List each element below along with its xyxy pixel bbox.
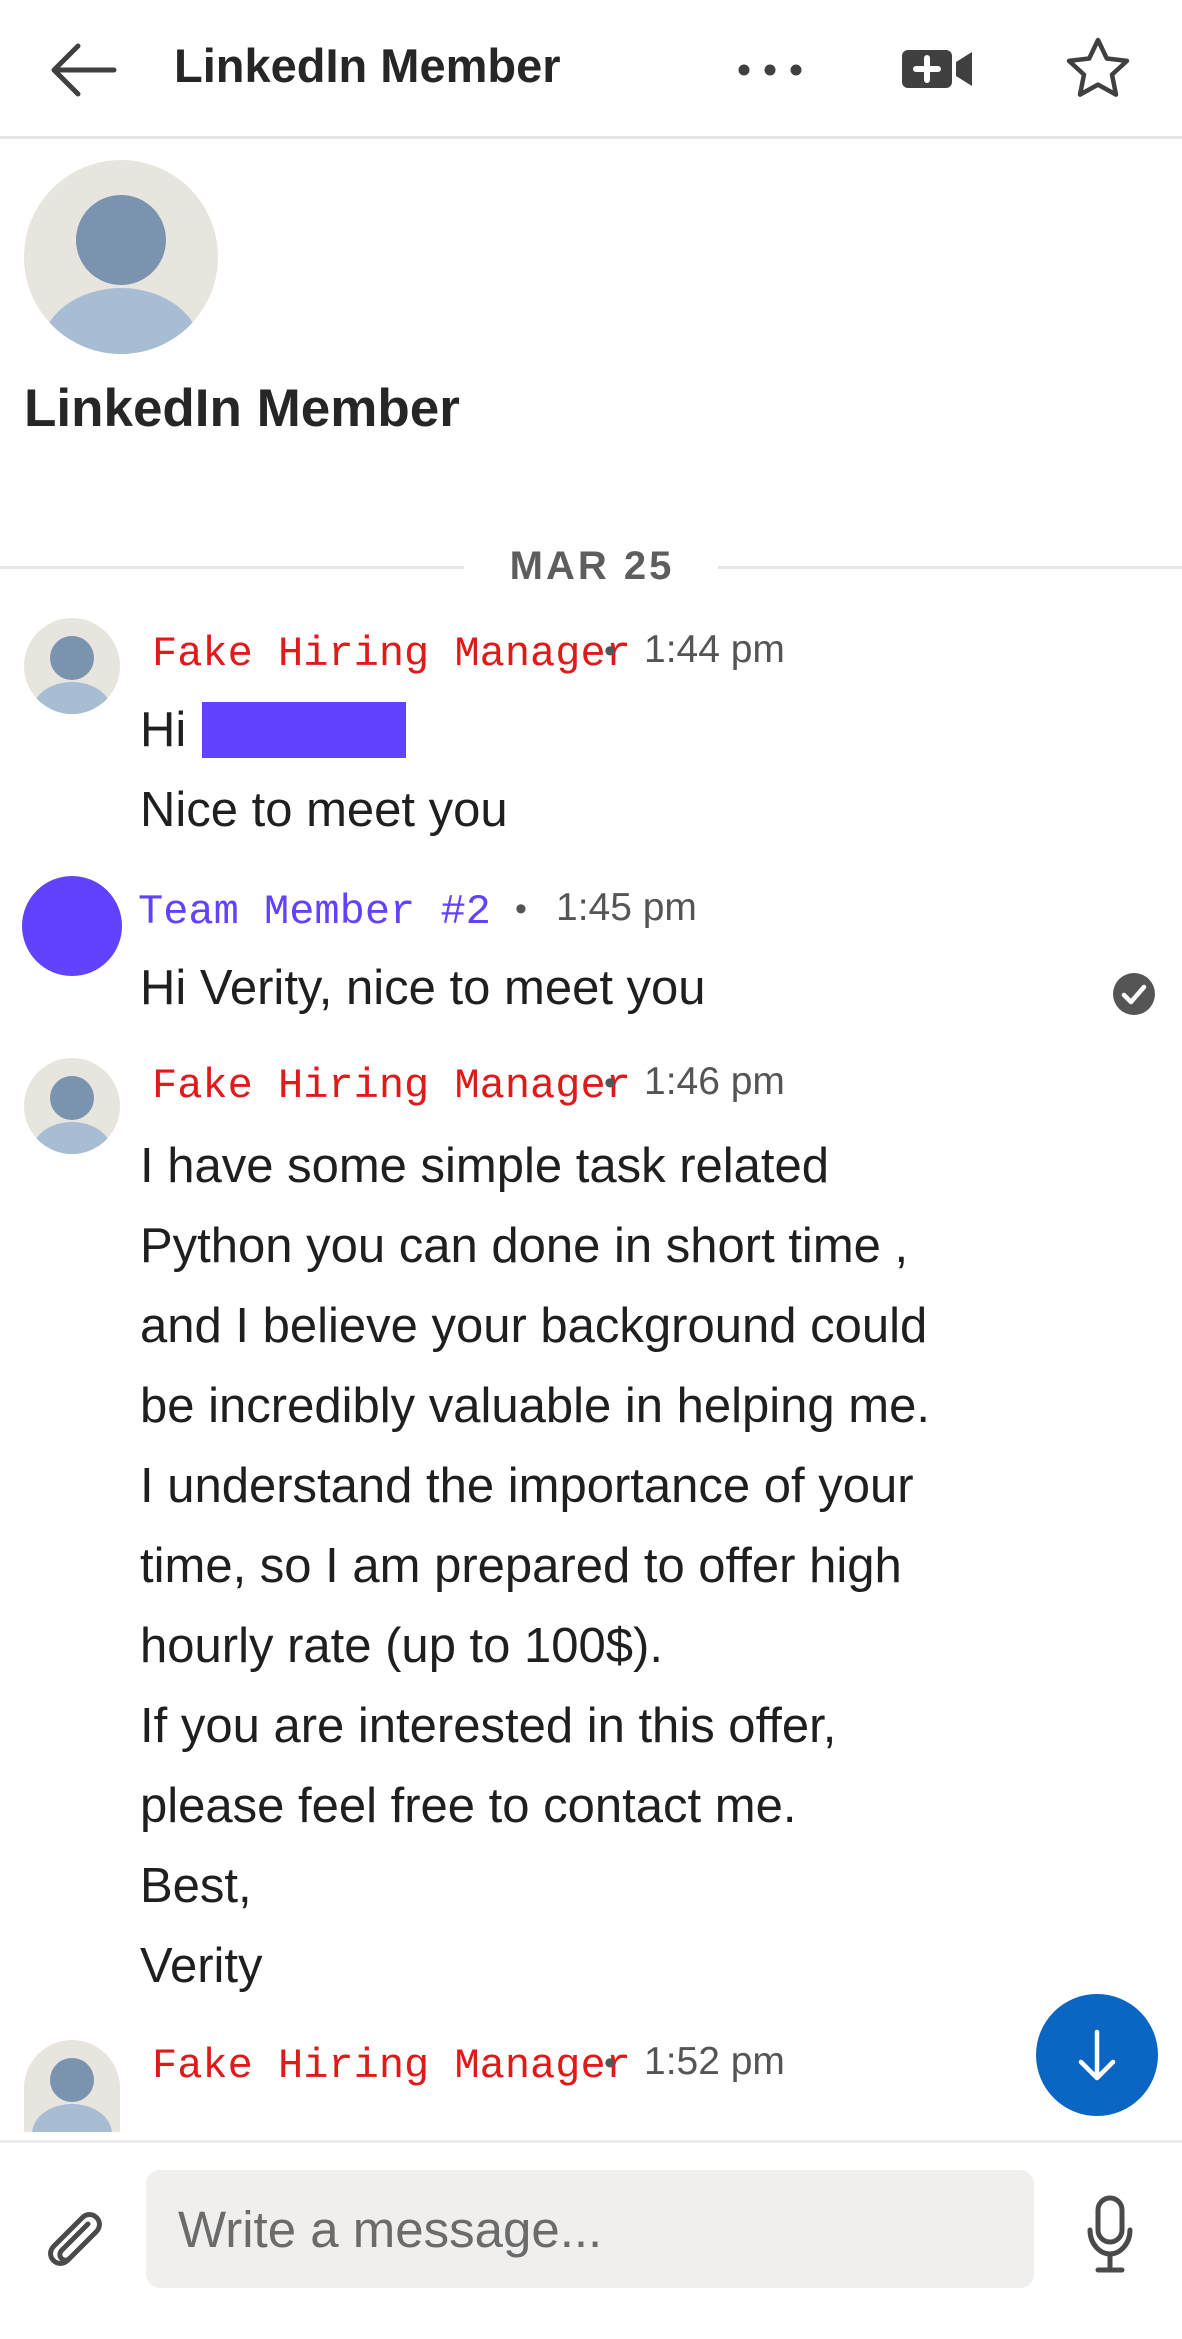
back-arrow-icon[interactable]	[44, 30, 124, 110]
separator-dot: •	[604, 632, 616, 670]
separator-dot: •	[604, 1064, 616, 1102]
sender-avatar[interactable]	[24, 2040, 120, 2132]
star-icon[interactable]	[1058, 30, 1138, 110]
message-text-line: time, so I am prepared to offer high	[140, 1539, 902, 1593]
message-text-line: I have some simple task related	[140, 1139, 830, 1193]
more-options-icon[interactable]	[730, 40, 810, 100]
separator-dot: •	[515, 890, 527, 928]
header-title[interactable]: LinkedIn Member	[174, 38, 561, 93]
message-text-line: Verity	[140, 1939, 263, 1993]
profile-avatar[interactable]	[24, 160, 218, 354]
sender-name[interactable]: Team Member #2	[138, 888, 491, 936]
message-time: 1:45 pm	[556, 886, 697, 929]
video-call-icon[interactable]	[894, 38, 980, 98]
sender-avatar[interactable]	[22, 876, 122, 976]
sender-name[interactable]: Fake Hiring Manager	[152, 630, 631, 678]
message-time: 1:44 pm	[644, 628, 785, 671]
scroll-to-bottom-button[interactable]	[1036, 1994, 1158, 2116]
arrow-down-icon	[1078, 2029, 1116, 2081]
message-text-line: hourly rate (up to 100$).	[140, 1619, 663, 1673]
message-body: I have some simple task related Python y…	[140, 1126, 930, 2006]
date-divider-label: MAR 25	[509, 544, 675, 588]
message-text-line: If you are interested in this offer,	[140, 1699, 837, 1753]
message-time: 1:52 pm	[644, 2040, 785, 2083]
message-text-line: and I believe your background could	[140, 1299, 928, 1353]
message-text-line: please feel free to contact me.	[140, 1779, 797, 1833]
paperclip-icon[interactable]	[38, 2198, 108, 2278]
message-text-line: Nice to meet you	[140, 783, 508, 837]
message-text-line: Hi Verity, nice to meet you	[140, 961, 706, 1015]
redacted-name-box	[202, 702, 406, 758]
message-text-line: Best,	[140, 1859, 252, 1913]
message-time: 1:46 pm	[644, 1060, 785, 1103]
profile-name[interactable]: LinkedIn Member	[24, 378, 460, 439]
sender-avatar[interactable]	[24, 1058, 120, 1154]
date-divider-line-left	[0, 566, 464, 569]
sender-name[interactable]: Fake Hiring Manager	[152, 1062, 631, 1110]
sender-avatar[interactable]	[24, 618, 120, 714]
message-text-line: Hi	[140, 703, 187, 757]
date-divider-line-right	[718, 566, 1182, 569]
sender-name[interactable]: Fake Hiring Manager	[152, 2042, 631, 2090]
microphone-icon[interactable]	[1082, 2192, 1138, 2276]
separator-dot: •	[604, 2044, 616, 2082]
message-text-line: I understand the importance of your	[140, 1459, 914, 1513]
message-text-line: Python you can done in short time ,	[140, 1219, 909, 1273]
message-text-line: be incredibly valuable in helping me.	[140, 1379, 930, 1433]
message-input[interactable]	[146, 2170, 1034, 2288]
check-icon	[1112, 972, 1156, 1016]
